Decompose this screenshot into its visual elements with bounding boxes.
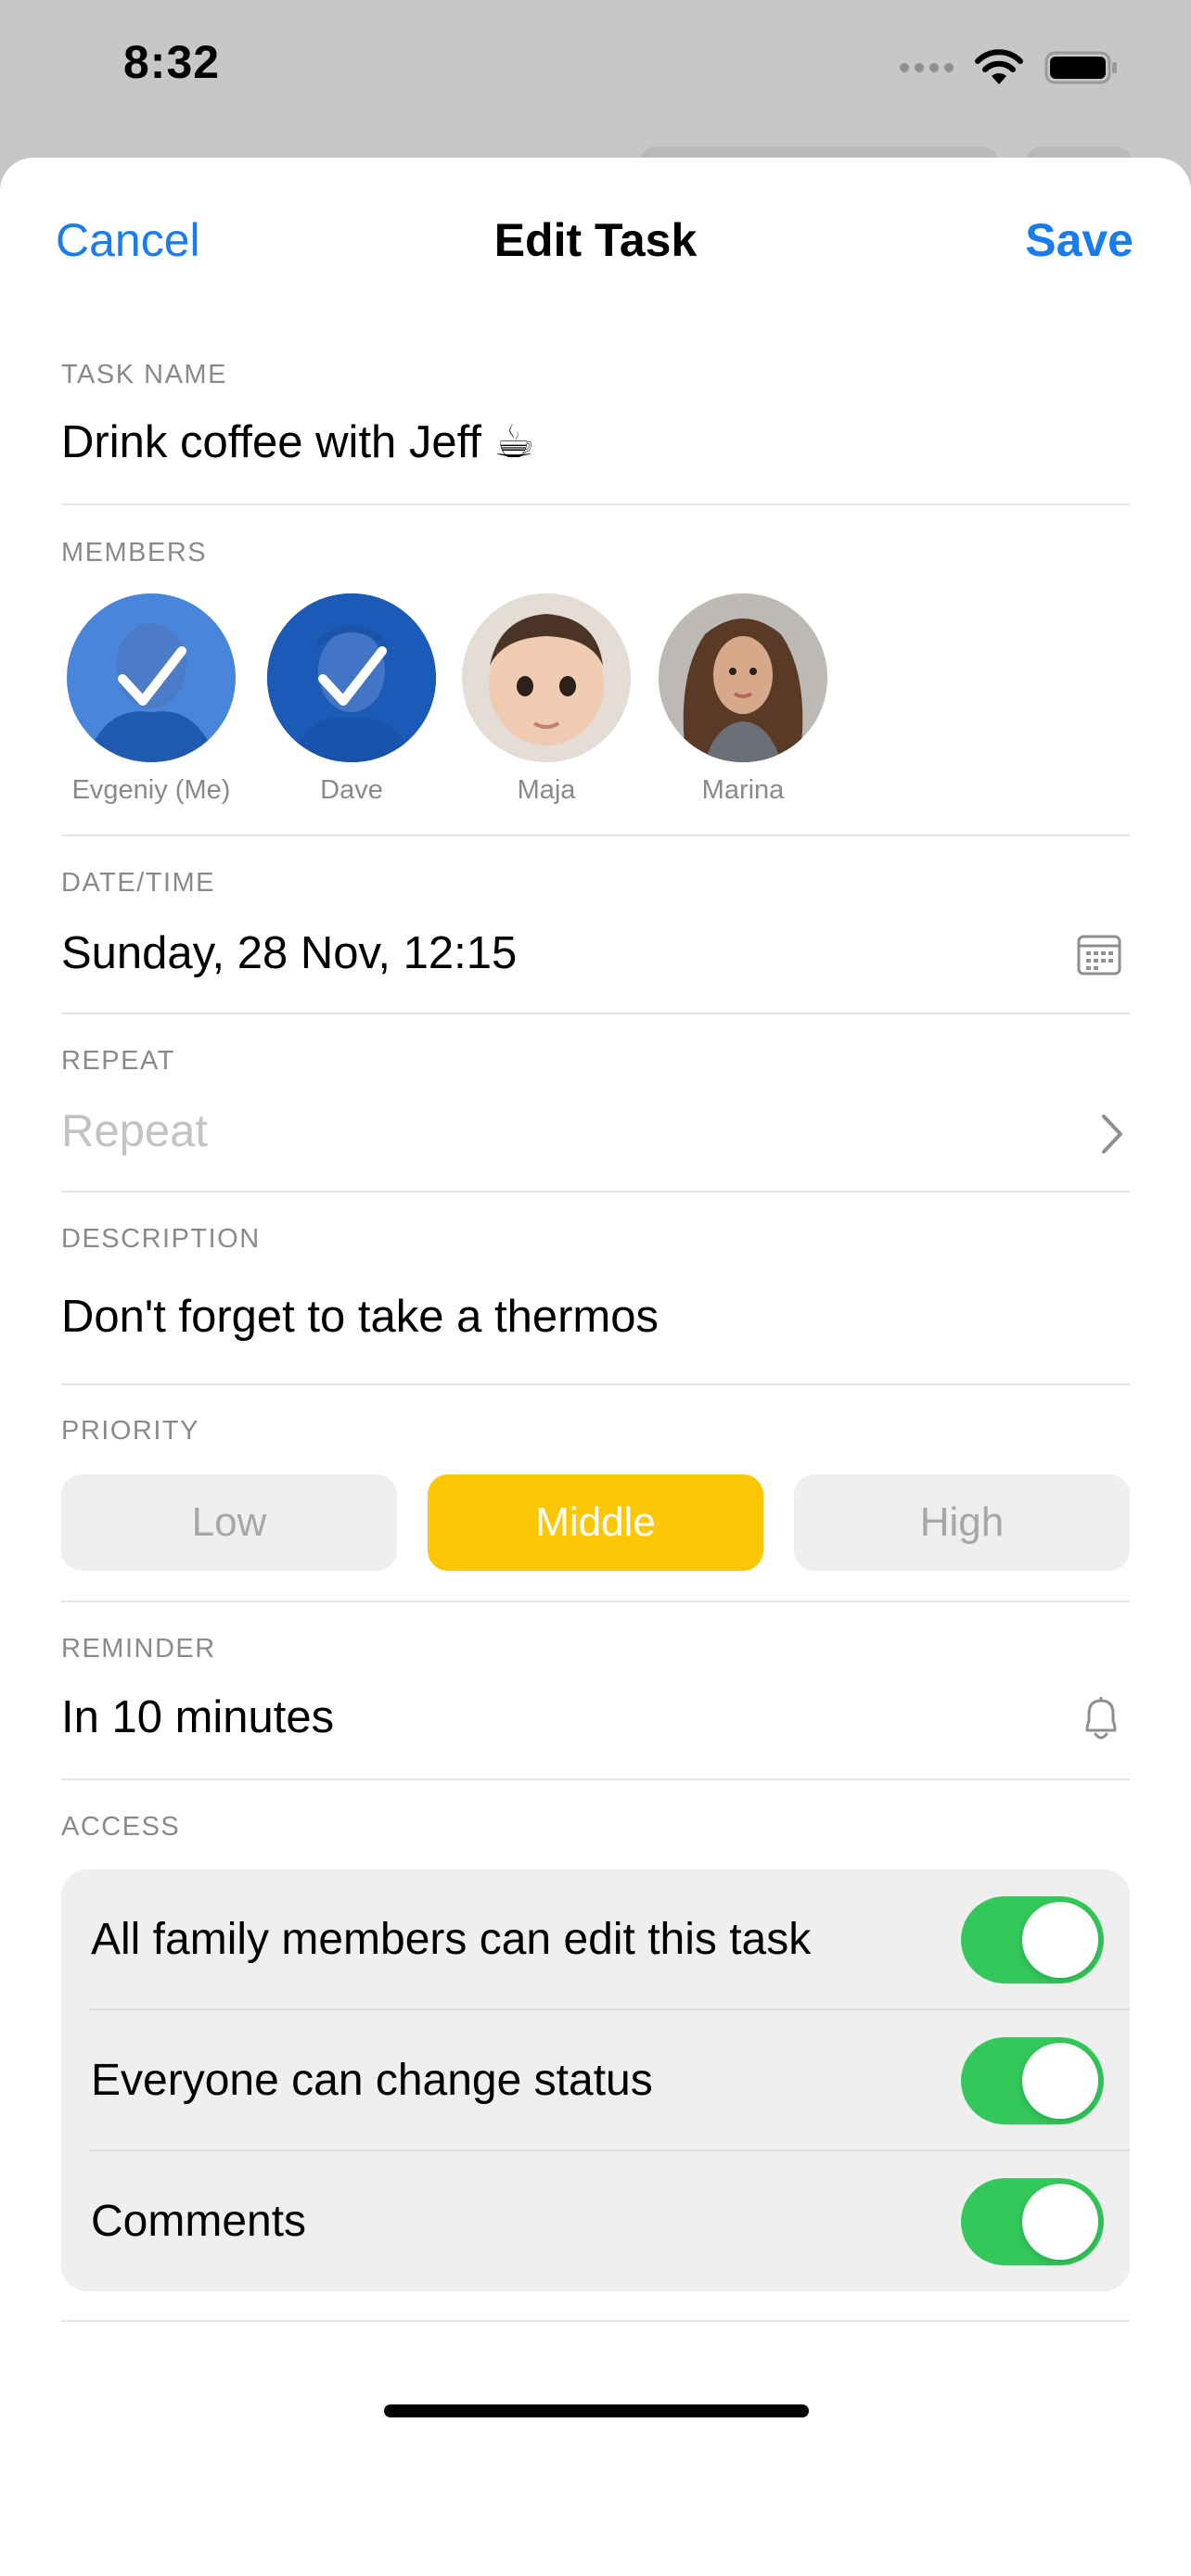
edit-task-sheet: Edit Task Cancel Save TASK NAME Drink co… xyxy=(0,158,1191,2576)
description-label: DESCRIPTION xyxy=(61,1224,261,1254)
member-name: Maja xyxy=(517,775,576,805)
member-dave[interactable]: Dave xyxy=(254,593,449,806)
priority-middle-button[interactable]: Middle xyxy=(428,1474,763,1571)
access-row-edit: All family members can edit this task xyxy=(61,1869,1130,2010)
access-row-status: Everyone can change status xyxy=(61,2010,1130,2151)
priority-label: PRIORITY xyxy=(61,1416,199,1446)
toggle-knob xyxy=(1022,2184,1098,2260)
access-card: All family members can edit this task Ev… xyxy=(61,1869,1130,2291)
repeat-field[interactable]: Repeat xyxy=(61,1105,208,1157)
home-indicator[interactable] xyxy=(384,2404,809,2417)
status-bar: 8:32 xyxy=(0,0,1191,139)
task-name-input[interactable]: Drink coffee with Jeff ☕ xyxy=(61,415,535,468)
nav-bar: Edit Task Cancel Save xyxy=(0,206,1191,280)
avatar xyxy=(267,593,436,762)
member-maja[interactable]: Maja xyxy=(449,593,644,806)
edit-permission-toggle[interactable] xyxy=(961,1896,1104,1983)
priority-high-button[interactable]: High xyxy=(794,1474,1130,1571)
reminder-label: REMINDER xyxy=(61,1634,216,1664)
access-row-comments: Comments xyxy=(61,2151,1130,2291)
member-marina[interactable]: Marina xyxy=(646,593,840,806)
member-evgeniy[interactable]: Evgeniy (Me) xyxy=(54,593,249,806)
access-row-label: All family members can edit this task xyxy=(91,1915,812,1964)
calendar-icon[interactable] xyxy=(1076,933,1122,977)
comments-toggle[interactable] xyxy=(961,2178,1104,2265)
divider xyxy=(61,835,1130,836)
toggle-knob xyxy=(1022,1902,1098,1978)
access-row-label: Everyone can change status xyxy=(91,2056,653,2105)
cellular-icon xyxy=(900,63,954,72)
status-icons xyxy=(900,45,1119,91)
bell-icon[interactable] xyxy=(1078,1693,1124,1745)
status-permission-toggle[interactable] xyxy=(961,2037,1104,2124)
chevron-right-icon[interactable] xyxy=(1100,1113,1124,1155)
divider xyxy=(61,2320,1130,2322)
toggle-knob xyxy=(1022,2043,1098,2119)
datetime-value[interactable]: Sunday, 28 Nov, 12:15 xyxy=(61,927,517,979)
cancel-button[interactable]: Cancel xyxy=(56,213,200,267)
description-input[interactable]: Don't forget to take a thermos xyxy=(61,1291,659,1343)
access-row-label: Comments xyxy=(91,2197,307,2246)
divider xyxy=(61,504,1130,505)
divider xyxy=(61,1013,1130,1014)
members-label: MEMBERS xyxy=(61,538,208,567)
reminder-value[interactable]: In 10 minutes xyxy=(61,1691,334,1743)
avatar xyxy=(67,593,236,762)
avatar xyxy=(659,593,827,762)
datetime-label: DATE/TIME xyxy=(61,868,216,898)
repeat-label: REPEAT xyxy=(61,1046,175,1076)
task-name-label: TASK NAME xyxy=(61,360,227,389)
member-name: Dave xyxy=(320,775,383,805)
member-name: Evgeniy (Me) xyxy=(71,775,231,805)
battery-icon xyxy=(1044,51,1117,84)
divider xyxy=(61,1191,1130,1192)
wifi-icon xyxy=(975,49,1023,84)
divider xyxy=(61,1600,1130,1602)
save-button[interactable]: Save xyxy=(1025,213,1133,267)
avatar xyxy=(462,593,631,762)
access-label: ACCESS xyxy=(61,1812,181,1842)
member-name: Marina xyxy=(701,775,785,805)
status-time: 8:32 xyxy=(123,36,221,88)
priority-low-button[interactable]: Low xyxy=(61,1474,397,1571)
divider xyxy=(61,1779,1130,1780)
divider xyxy=(61,1384,1130,1385)
